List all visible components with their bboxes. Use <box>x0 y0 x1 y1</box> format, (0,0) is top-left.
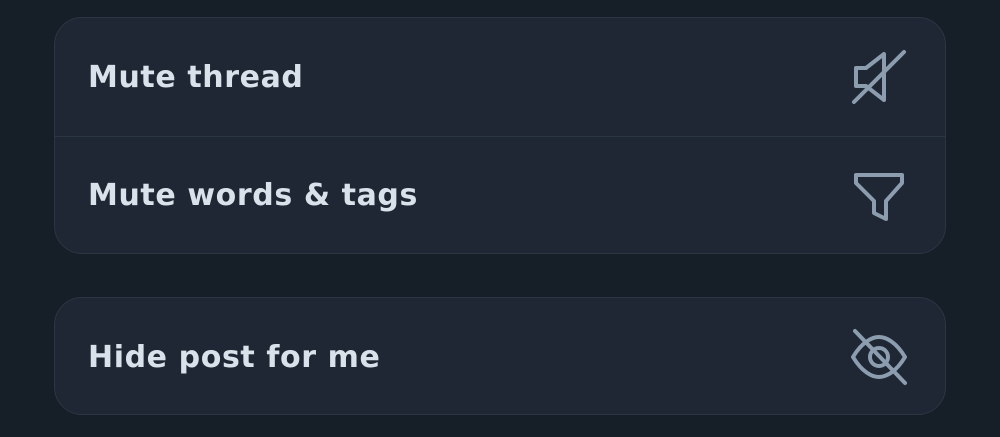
hide-post-item[interactable]: Hide post for me <box>55 298 945 414</box>
mute-thread-label: Mute thread <box>88 59 304 95</box>
mute-words-tags-item[interactable]: Mute words & tags <box>55 136 945 253</box>
hide-post-label: Hide post for me <box>88 339 381 375</box>
eye-slash-icon <box>849 327 909 387</box>
filter-icon <box>849 166 909 226</box>
mute-words-tags-label: Mute words & tags <box>88 178 418 213</box>
menu-group-mute: Mute thread Mute words & tags <box>54 17 946 254</box>
menu-group-hide: Hide post for me <box>54 297 946 415</box>
mute-thread-item[interactable]: Mute thread <box>55 18 945 136</box>
speaker-mute-icon <box>849 47 909 107</box>
